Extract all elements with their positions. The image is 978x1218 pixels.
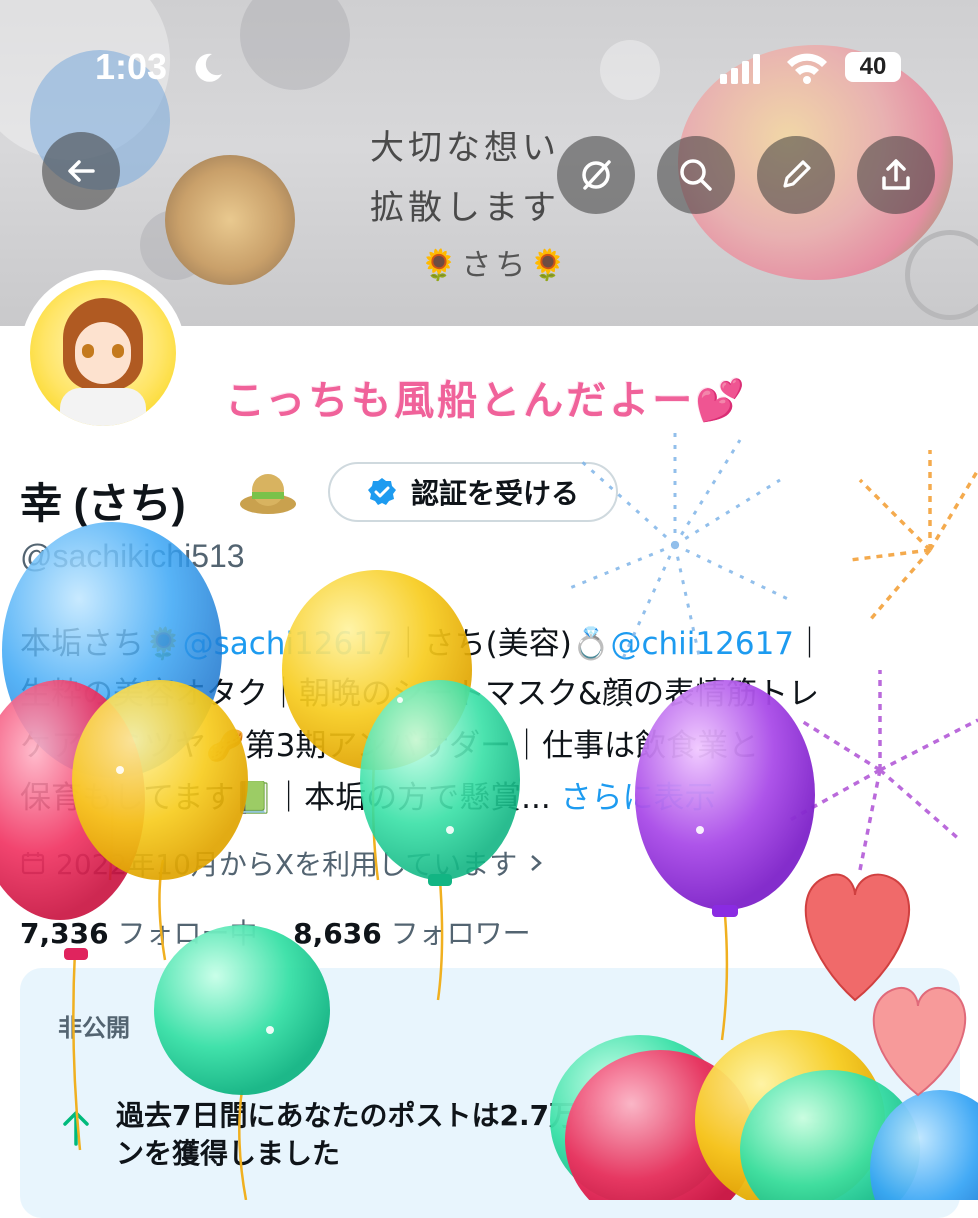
up-arrow-icon [63,1111,89,1146]
search-button[interactable] [657,136,735,214]
straw-hat-icon [240,474,296,514]
bio-line-2: 生粋の美容オタク｜朝晩のシートマスク&顔の表情筋トレ [20,676,820,712]
mention-link-chii[interactable]: @chii12617 [610,626,794,662]
joined-date-text: 2022年10月からXを利用しています [56,848,518,881]
private-analytics-card[interactable] [20,968,960,1218]
mention-link-sachi[interactable]: @sachi12617 [183,626,393,662]
impressions-text-line1: 過去7日間にあなたのポストは2.7万件のインプレッショ [116,1099,829,1132]
back-arrow-icon [68,160,95,182]
follow-stats: 7,336 フォロー中 8,636 フォロワー [20,912,531,952]
search-icon [680,159,712,191]
following-link[interactable]: 7,336 フォロー中 [20,917,258,950]
share-button[interactable] [857,136,935,214]
edit-pencil-icon [783,160,811,188]
bio-line-4: 保育もしてます📗｜本垢の方で懸賞... さらに表示 [20,780,716,816]
user-handle: @sachikichi513 [20,538,245,574]
get-verified-label: 認証を受ける [410,477,579,510]
wifi-icon [787,53,827,84]
calendar-icon [21,852,45,875]
joined-date[interactable]: 2022年10月からXを利用しています [20,843,545,883]
private-label: 非公開 [58,1014,130,1042]
display-name: 幸 (さち) [20,480,186,527]
moon-icon [195,53,222,82]
banner-photo-cookie [165,155,295,285]
profile-avatar[interactable] [20,270,186,436]
grok-icon [582,160,611,190]
verified-badge-icon [367,478,396,505]
firework-burst-orange [849,450,978,622]
share-icon [882,159,910,190]
edit-button[interactable] [757,136,835,214]
balloon-message-overlay: こっちも風船とんだよー💕 [225,378,749,424]
impressions-text-line2: ンを獲得しました [116,1137,341,1170]
battery-indicator: 40 [845,52,901,82]
followers-link[interactable]: 8,636 フォロワー [293,917,531,950]
banner-signature: 🌻さち🌻 [420,248,571,283]
avatar-illustration [30,280,176,426]
bio-line-3: ケア｜ミツヤ🥜第3期アンバサダー｜仕事は飲食業と [20,728,760,764]
show-more-link[interactable]: さらに表示 [561,780,716,816]
status-time: 1:03 [95,46,168,87]
cellular-signal-icon [720,54,760,84]
bio-line-1: 本垢さち🌻@sachi12617｜さち(美容)💍@chii12617｜ [20,626,826,662]
grok-button[interactable] [557,136,635,214]
chevron-right-icon [531,855,543,871]
back-button[interactable] [42,132,120,210]
get-verified-button[interactable]: 認証を受ける [328,462,618,522]
